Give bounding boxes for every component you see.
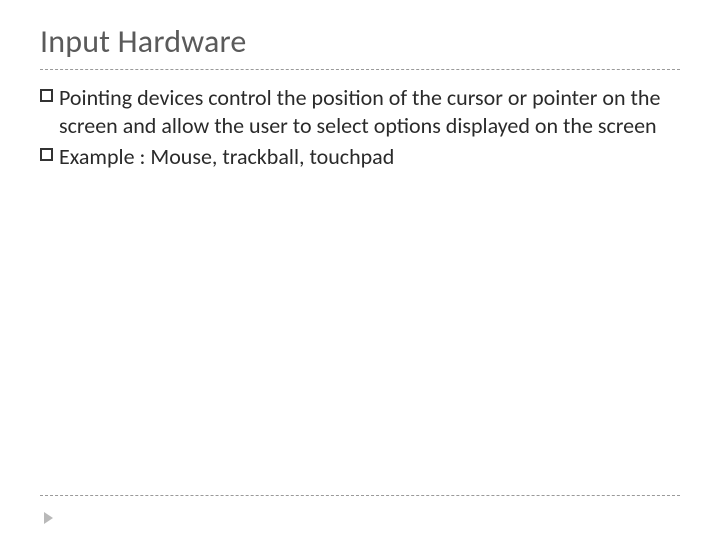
bullet-rest: : Mouse, trackball, touchpad: [135, 143, 395, 170]
bullet-text: Example : Mouse, trackball, touchpad: [59, 143, 680, 171]
footer-arrow-icon: [44, 512, 53, 524]
title-divider: [40, 69, 680, 70]
bullet-term: Pointing devices: [59, 84, 203, 111]
bullet-item: Pointing devices control the position of…: [40, 84, 680, 139]
bullet-term: Example: [59, 143, 135, 170]
slide-body: Pointing devices control the position of…: [40, 84, 680, 171]
bullet-marker-icon: [40, 89, 53, 102]
footer-divider: [40, 495, 680, 496]
bullet-marker-icon: [40, 148, 53, 161]
slide: Input Hardware Pointing devices control …: [0, 0, 720, 540]
bullet-item: Example : Mouse, trackball, touchpad: [40, 143, 680, 171]
bullet-text: Pointing devices control the position of…: [59, 84, 680, 139]
slide-title: Input Hardware: [40, 22, 680, 61]
